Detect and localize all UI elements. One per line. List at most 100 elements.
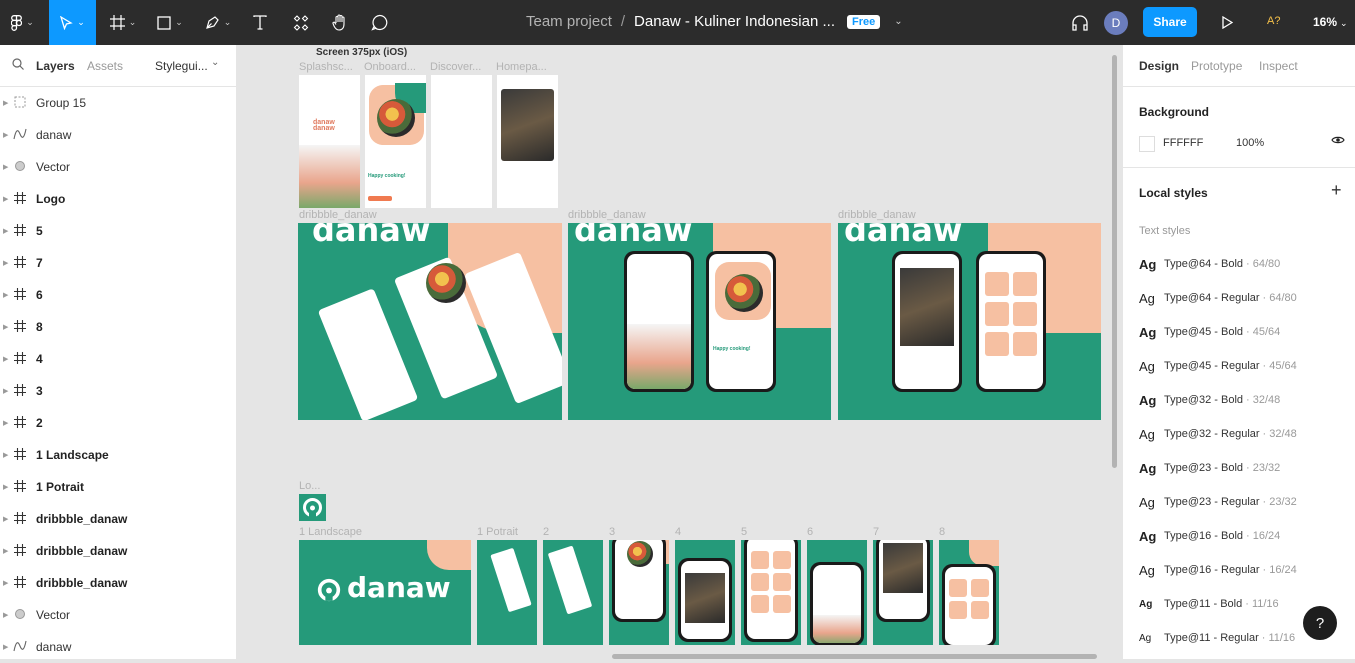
frame-label-logo[interactable]: Lo... (299, 480, 320, 492)
chevron-down-icon[interactable]: ⌄ (894, 16, 902, 27)
frame-discover[interactable] (431, 75, 492, 208)
text-style-row[interactable]: Ag Type@32 - Bold · 32/48 (1139, 390, 1280, 410)
layer-row[interactable]: ▶ danaw (0, 119, 236, 151)
text-style-row[interactable]: Ag Type@45 - Bold · 45/64 (1139, 322, 1280, 342)
frame-label-6[interactable]: 6 (807, 526, 813, 538)
text-style-row[interactable]: Ag Type@45 - Regular · 45/64 (1139, 356, 1297, 376)
frame-tool-button[interactable]: ⌄ (103, 0, 143, 45)
expand-arrow-icon[interactable]: ▶ (3, 643, 8, 651)
hand-tool-button[interactable] (327, 0, 353, 45)
frame-label-7[interactable]: 7 (873, 526, 879, 538)
layer-row[interactable]: ▶ dribbble_danaw (0, 535, 236, 567)
layer-row[interactable]: ▶ 8 (0, 311, 236, 343)
chevron-down-icon[interactable]: ⌄ (211, 57, 219, 68)
tab-styleguide[interactable]: Stylegui... (155, 59, 208, 73)
pen-tool-button[interactable]: ⌄ (197, 0, 239, 45)
expand-arrow-icon[interactable]: ▶ (3, 387, 8, 395)
frame-dribbble-2[interactable]: danaw Happy cooking! (568, 223, 831, 420)
expand-arrow-icon[interactable]: ▶ (3, 99, 8, 107)
section-title[interactable]: Screen 375px (iOS) (316, 47, 407, 58)
vertical-scrollbar[interactable] (1112, 55, 1117, 468)
frame-label-homepage[interactable]: Homepa... (496, 61, 547, 73)
expand-arrow-icon[interactable]: ▶ (3, 195, 8, 203)
layer-row[interactable]: ▶ Logo (0, 183, 236, 215)
canvas[interactable]: Screen 375px (iOS) Splashsc... Onboard..… (237, 45, 1122, 659)
text-style-row[interactable]: Ag Type@11 - Bold · 11/16 (1139, 594, 1279, 614)
text-style-row[interactable]: Ag Type@16 - Regular · 16/24 (1139, 560, 1297, 580)
frame-label-potrait[interactable]: 1 Potrait (477, 526, 518, 538)
layer-row[interactable]: ▶ Group 15 (0, 87, 236, 119)
frame-label-discover[interactable]: Discover... (430, 61, 481, 73)
layer-row[interactable]: ▶ dribbble_danaw (0, 503, 236, 535)
components-button[interactable] (288, 0, 314, 45)
layer-row[interactable]: ▶ 2 (0, 407, 236, 439)
expand-arrow-icon[interactable]: ▶ (3, 419, 8, 427)
layer-row[interactable]: ▶ 1 Landscape (0, 439, 236, 471)
frame-label-3[interactable]: 3 (609, 526, 615, 538)
layer-row[interactable]: ▶ 6 (0, 279, 236, 311)
frame-3[interactable] (609, 540, 669, 645)
tab-assets[interactable]: Assets (87, 59, 123, 73)
figma-menu-button[interactable]: ⌄ (0, 0, 45, 45)
frame-homepage[interactable] (497, 75, 558, 208)
frame-label-5[interactable]: 5 (741, 526, 747, 538)
audio-button[interactable] (1068, 0, 1092, 45)
text-style-row[interactable]: Ag Type@64 - Regular · 64/80 (1139, 288, 1297, 308)
file-name[interactable]: Danaw - Kuliner Indonesian ... (634, 13, 835, 30)
frame-label-splash[interactable]: Splashsc... (299, 61, 353, 73)
frame-1-potrait[interactable] (477, 540, 537, 645)
zoom-menu[interactable]: 16% ⌄ (1313, 15, 1348, 29)
search-icon[interactable] (12, 58, 24, 70)
expand-arrow-icon[interactable]: ▶ (3, 515, 8, 523)
layer-row[interactable]: ▶ 5 (0, 215, 236, 247)
frame-onboarding[interactable]: Happy cooking! (365, 75, 426, 208)
layer-row[interactable]: ▶ dribbble_danaw (0, 567, 236, 599)
avatar[interactable]: D (1104, 11, 1128, 35)
layer-row[interactable]: ▶ 7 (0, 247, 236, 279)
tab-design[interactable]: Design (1139, 59, 1179, 73)
present-button[interactable] (1218, 0, 1236, 45)
frame-5[interactable] (741, 540, 801, 645)
text-style-row[interactable]: Ag Type@23 - Bold · 23/32 (1139, 458, 1280, 478)
comment-tool-button[interactable] (365, 0, 393, 45)
layer-row[interactable]: ▶ 4 (0, 343, 236, 375)
expand-arrow-icon[interactable]: ▶ (3, 483, 8, 491)
frame-2[interactable] (543, 540, 603, 645)
eye-icon[interactable] (1331, 135, 1345, 145)
tab-inspect[interactable]: Inspect (1259, 59, 1298, 73)
background-hex[interactable]: FFFFFF (1163, 137, 1203, 149)
frame-4[interactable] (675, 540, 735, 645)
accessibility-button[interactable]: A? (1267, 15, 1280, 27)
frame-7[interactable] (873, 540, 933, 645)
horizontal-scrollbar[interactable] (612, 654, 1097, 659)
frame-label-landscape[interactable]: 1 Landscape (299, 526, 362, 538)
text-style-row[interactable]: Ag Type@16 - Bold · 16/24 (1139, 526, 1280, 546)
background-opacity[interactable]: 100% (1236, 137, 1264, 149)
background-swatch[interactable] (1139, 136, 1155, 152)
expand-arrow-icon[interactable]: ▶ (3, 291, 8, 299)
expand-arrow-icon[interactable]: ▶ (3, 355, 8, 363)
layer-row[interactable]: ▶ Vector (0, 599, 236, 631)
move-tool-button[interactable]: ⌄ (49, 0, 96, 45)
expand-arrow-icon[interactable]: ▶ (3, 547, 8, 555)
frame-label-onboard[interactable]: Onboard... (364, 61, 416, 73)
expand-arrow-icon[interactable]: ▶ (3, 259, 8, 267)
text-style-row[interactable]: Ag Type@32 - Regular · 32/48 (1139, 424, 1297, 444)
expand-arrow-icon[interactable]: ▶ (3, 227, 8, 235)
frame-label-8[interactable]: 8 (939, 526, 945, 538)
frame-logo[interactable] (299, 494, 326, 521)
frame-6[interactable] (807, 540, 867, 645)
text-style-row[interactable]: Ag Type@23 - Regular · 23/32 (1139, 492, 1297, 512)
frame-dribbble-1[interactable]: danaw (298, 223, 562, 420)
tab-layers[interactable]: Layers (36, 59, 75, 73)
frame-splash[interactable]: danaw danaw (299, 75, 360, 208)
tab-prototype[interactable]: Prototype (1191, 59, 1242, 73)
layer-row[interactable]: ▶ Vector (0, 151, 236, 183)
text-tool-button[interactable] (246, 0, 274, 45)
frame-1-landscape[interactable]: danaw (299, 540, 471, 645)
help-button[interactable]: ? (1303, 606, 1337, 640)
expand-arrow-icon[interactable]: ▶ (3, 163, 8, 171)
frame-8[interactable] (939, 540, 999, 645)
layer-row[interactable]: ▶ 3 (0, 375, 236, 407)
layer-row[interactable]: ▶ 1 Potrait (0, 471, 236, 503)
